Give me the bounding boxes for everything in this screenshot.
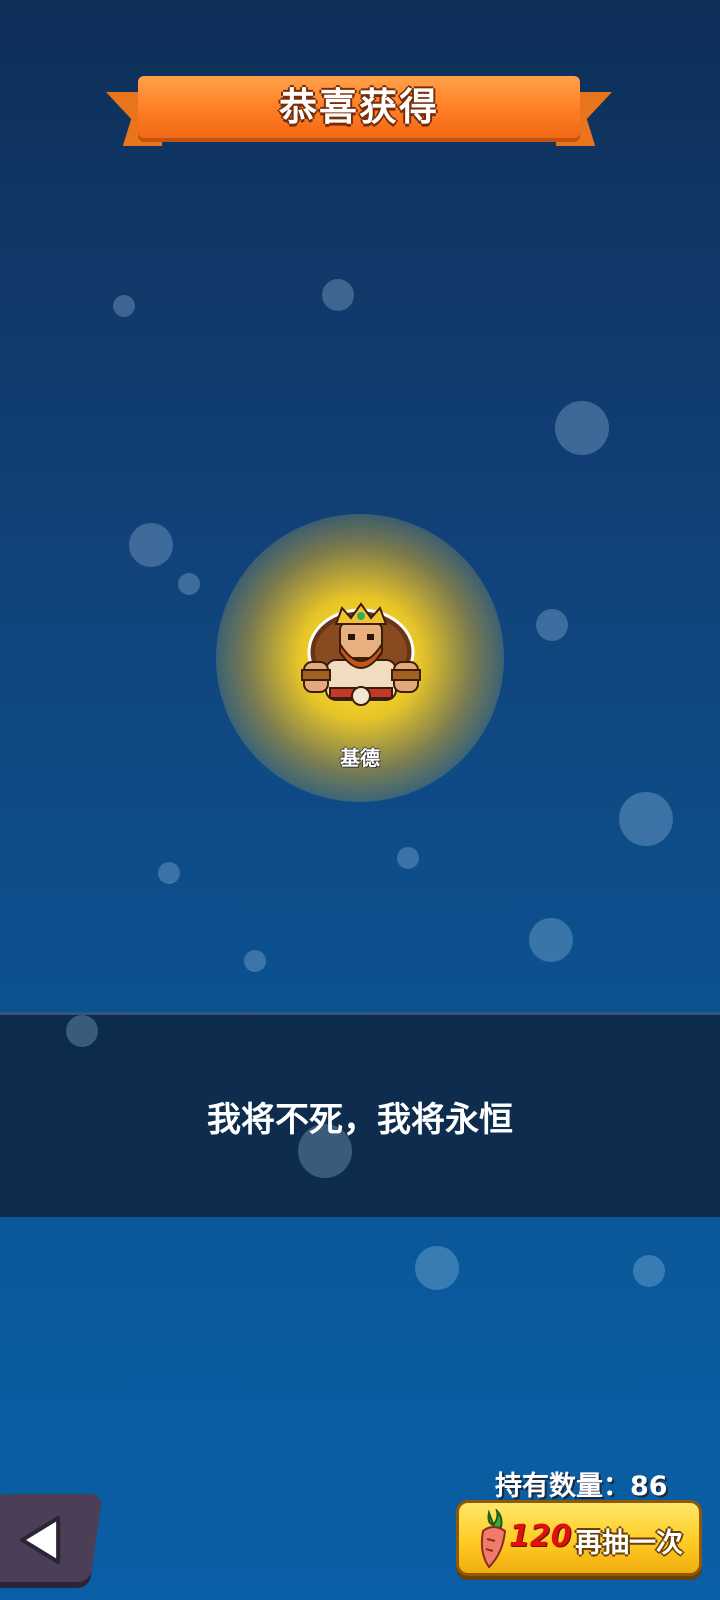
- back-button[interactable]: [0, 1494, 103, 1588]
- redraw-label: 再抽一次: [575, 1528, 683, 1559]
- hero-name: 基德: [340, 746, 380, 770]
- bubble-decoration: [633, 1255, 665, 1287]
- bubble-decoration: [244, 950, 266, 972]
- bubble-decoration: [529, 918, 573, 962]
- bubble-decoration: [397, 847, 419, 869]
- page-title: 恭喜获得: [278, 85, 439, 129]
- redraw-button[interactable]: 120 再抽一次: [456, 1500, 702, 1576]
- bubble-decoration: [178, 573, 200, 595]
- bubble-decoration: [113, 295, 135, 317]
- carrot-icon: [480, 1509, 507, 1569]
- owned-count: 持有数量：86: [495, 1471, 668, 1502]
- bubble-decoration: [555, 401, 609, 455]
- hero-quote: 我将不死，我将永恒: [207, 1100, 513, 1140]
- bubble-decoration: [322, 279, 354, 311]
- bubble-decoration: [158, 862, 180, 884]
- redraw-cost: 120: [509, 1519, 572, 1554]
- bubble-decoration: [536, 609, 568, 641]
- bubble-decoration: [129, 523, 173, 567]
- barbarian-king-portrait-icon[interactable]: [296, 600, 426, 720]
- bubble-decoration: [415, 1246, 459, 1290]
- bubble-decoration: [619, 792, 673, 846]
- back-arrow-icon: [20, 1516, 61, 1564]
- title-ribbon: 恭喜获得: [106, 76, 612, 154]
- bubble-decoration: [66, 1015, 98, 1047]
